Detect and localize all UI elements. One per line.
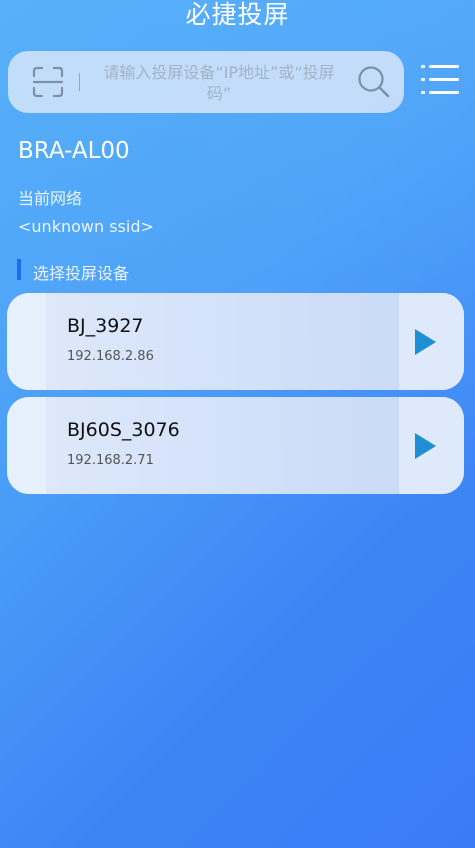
app-title: 必捷投屏	[185, 0, 290, 29]
play-icon[interactable]	[413, 328, 437, 356]
device-model: BRA-AL00	[18, 138, 130, 164]
scan-icon[interactable]	[28, 62, 68, 102]
section-indicator	[17, 259, 21, 280]
network-label: 当前网络	[18, 189, 83, 208]
menu-icon[interactable]	[421, 63, 459, 97]
section-title: 选择投屏设备	[33, 264, 130, 283]
search-bar[interactable]: 请输入投屏设备“IP地址”或“投屏码”	[8, 51, 404, 113]
device-ip: 192.168.2.86	[67, 349, 154, 364]
network-ssid: <unknown ssid>	[18, 217, 154, 236]
device-name: BJ_3927	[67, 315, 144, 337]
device-name: BJ60S_3076	[67, 419, 180, 441]
play-icon[interactable]	[413, 432, 437, 460]
device-ip: 192.168.2.71	[67, 453, 154, 468]
search-input[interactable]: 请输入投屏设备“IP地址”或“投屏码”	[94, 62, 344, 104]
device-card[interactable]: BJ_3927 192.168.2.86	[7, 293, 464, 390]
search-icon[interactable]	[356, 64, 392, 100]
search-divider	[79, 73, 80, 91]
device-card[interactable]: BJ60S_3076 192.168.2.71	[7, 397, 464, 494]
